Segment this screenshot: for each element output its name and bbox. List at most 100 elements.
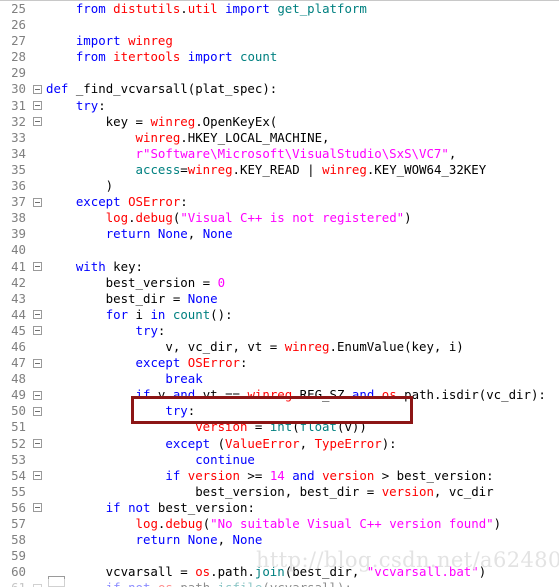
code-line-text[interactable]: r"Software\Microsoft\VisualStudio\SxS\VC…	[46, 146, 559, 162]
fold-collapse-icon[interactable]	[30, 85, 44, 95]
code-line[interactable]: 56 if not best_version:	[0, 500, 559, 516]
code-line-text[interactable]: for i in count():	[46, 307, 559, 323]
code-editor[interactable]: 25 from distutils.util import get_platfo…	[0, 0, 559, 587]
code-line[interactable]: 38 log.debug("Visual C++ is not register…	[0, 210, 559, 226]
code-line-text[interactable]: from distutils.util import get_platform	[46, 1, 559, 17]
code-line-text[interactable]: import winreg	[46, 33, 559, 49]
code-line-text[interactable]: best_version = 0	[46, 275, 559, 291]
code-lines-container[interactable]: 25 from distutils.util import get_platfo…	[0, 1, 559, 587]
code-line[interactable]: 50 try:	[0, 403, 559, 419]
code-line-text[interactable]: winreg.HKEY_LOCAL_MACHINE,	[46, 130, 559, 146]
code-line-text[interactable]: log.debug("No suitable Visual C++ versio…	[46, 516, 559, 532]
code-line[interactable]: 51 version = int(float(v))	[0, 419, 559, 435]
line-gutter: 26	[0, 17, 46, 33]
fold-collapse-icon[interactable]	[30, 471, 44, 481]
code-line[interactable]: 53 continue	[0, 452, 559, 468]
code-line-text[interactable]: access=winreg.KEY_READ | winreg.KEY_WOW6…	[46, 162, 559, 178]
code-line[interactable]: 57 log.debug("No suitable Visual C++ ver…	[0, 516, 559, 532]
code-line-text[interactable]: with key:	[46, 259, 559, 275]
code-line-text[interactable]: except OSError:	[46, 355, 559, 371]
code-line[interactable]: 43 best_dir = None	[0, 291, 559, 307]
code-token-pln: .KEY_READ |	[232, 161, 323, 177]
fold-collapse-icon[interactable]	[30, 197, 44, 207]
code-line[interactable]: 26	[0, 17, 559, 33]
code-line[interactable]: 40	[0, 242, 559, 258]
code-token-pln: .HKEY_LOCAL_MACHINE,	[180, 129, 330, 145]
code-line[interactable]: 25 from distutils.util import get_platfo…	[0, 1, 559, 17]
code-line[interactable]: 29	[0, 65, 559, 81]
code-line[interactable]: 32 key = winreg.OpenKeyEx(	[0, 114, 559, 130]
line-number: 46	[11, 338, 26, 354]
code-line-text[interactable]: key = winreg.OpenKeyEx(	[46, 114, 559, 130]
fold-collapse-icon[interactable]	[30, 503, 44, 513]
code-line[interactable]: 28 from itertools import count	[0, 49, 559, 65]
code-line[interactable]: 47 except OSError:	[0, 355, 559, 371]
bottom-fold-stub[interactable]	[48, 576, 65, 587]
code-line[interactable]: 52 except (ValueError, TypeError):	[0, 436, 559, 452]
code-line-text[interactable]: if not os.path.isfile(vcvarsall):	[46, 580, 559, 587]
code-token-pln	[150, 580, 157, 587]
fold-collapse-icon[interactable]	[30, 101, 44, 111]
code-line[interactable]: 58 return None, None	[0, 532, 559, 548]
line-number: 42	[11, 274, 26, 290]
code-line-text[interactable]: vcvarsall = os.path.join(best_dir, "vcva…	[46, 564, 559, 580]
code-line[interactable]: 48 break	[0, 371, 559, 387]
fold-collapse-icon[interactable]	[30, 326, 44, 336]
code-line[interactable]: 33 winreg.HKEY_LOCAL_MACHINE,	[0, 130, 559, 146]
line-number: 37	[11, 194, 26, 210]
code-line[interactable]: 49 if v and vt == winreg.REG_SZ and os.p…	[0, 387, 559, 403]
code-line-text[interactable]: try:	[46, 403, 559, 419]
code-line-text[interactable]: def _find_vcvarsall(plat_spec):	[46, 81, 559, 97]
code-token-pln: vcvarsall =	[46, 564, 196, 580]
code-line[interactable]: 39 return None, None	[0, 226, 559, 242]
code-line[interactable]: 60 vcvarsall = os.path.join(best_dir, "v…	[0, 564, 559, 580]
code-line-text[interactable]: from itertools import count	[46, 49, 559, 65]
fold-collapse-icon[interactable]	[30, 406, 44, 416]
code-line-text[interactable]: if version >= 14 and version > best_vers…	[46, 468, 559, 484]
code-token-mod: winreg	[150, 113, 196, 129]
code-token-pln	[46, 419, 195, 434]
fold-collapse-icon[interactable]	[30, 439, 44, 449]
code-line[interactable]: 35 access=winreg.KEY_READ | winreg.KEY_W…	[0, 162, 559, 178]
code-line-text[interactable]: return None, None	[46, 532, 559, 548]
fold-collapse-icon[interactable]	[30, 358, 44, 368]
fold-collapse-icon[interactable]	[30, 117, 44, 127]
code-line[interactable]: 46 v, vc_dir, vt = winreg.EnumValue(key,…	[0, 339, 559, 355]
code-line[interactable]: 30 def _find_vcvarsall(plat_spec):	[0, 81, 559, 97]
code-token-pln: .path.	[173, 580, 218, 587]
code-line-text[interactable]: best_version, best_dir = version, vc_dir	[46, 484, 559, 500]
fold-collapse-icon[interactable]	[30, 310, 44, 320]
code-line[interactable]: 34 r"Software\Microsoft\VisualStudio\SxS…	[0, 146, 559, 162]
code-line-text[interactable]: continue	[46, 452, 559, 468]
code-token-pln	[233, 49, 240, 64]
code-line[interactable]: 44 for i in count():	[0, 307, 559, 323]
code-line-text[interactable]: v, vc_dir, vt = winreg.EnumValue(key, i)	[46, 339, 559, 355]
code-line-text[interactable]: try:	[46, 323, 559, 339]
code-line[interactable]: 55 best_version, best_dir = version, vc_…	[0, 484, 559, 500]
code-line-text[interactable]: if v and vt == winreg.REG_SZ and os.path…	[46, 387, 559, 403]
code-line-text[interactable]: except OSError:	[46, 194, 559, 210]
code-line-text[interactable]: break	[46, 371, 559, 387]
code-line-text[interactable]: best_dir = None	[46, 291, 559, 307]
code-line[interactable]: 41 with key:	[0, 259, 559, 275]
code-line-text[interactable]: try:	[46, 98, 559, 114]
code-line[interactable]: 37 except OSError:	[0, 194, 559, 210]
code-line[interactable]: 61 if not os.path.isfile(vcvarsall):	[0, 580, 559, 587]
code-line-text[interactable]: version = int(float(v))	[46, 419, 559, 435]
code-token-bi: get_platform	[277, 1, 367, 16]
code-line[interactable]: 45 try:	[0, 323, 559, 339]
code-line-text[interactable]: if not best_version:	[46, 500, 559, 516]
fold-collapse-icon[interactable]	[30, 262, 44, 272]
code-token-pln: .path.	[210, 564, 255, 580]
code-line[interactable]: 59	[0, 548, 559, 564]
code-line-text[interactable]: )	[46, 178, 559, 194]
code-line[interactable]: 54 if version >= 14 and version > best_v…	[0, 468, 559, 484]
code-line-text[interactable]: return None, None	[46, 226, 559, 242]
code-line[interactable]: 36 )	[0, 178, 559, 194]
code-line[interactable]: 31 try:	[0, 98, 559, 114]
code-line[interactable]: 42 best_version = 0	[0, 275, 559, 291]
code-line[interactable]: 27 import winreg	[0, 33, 559, 49]
code-line-text[interactable]: log.debug("Visual C++ is not registered"…	[46, 210, 559, 226]
fold-collapse-icon[interactable]	[30, 390, 44, 400]
code-line-text[interactable]: except (ValueError, TypeError):	[46, 436, 559, 452]
